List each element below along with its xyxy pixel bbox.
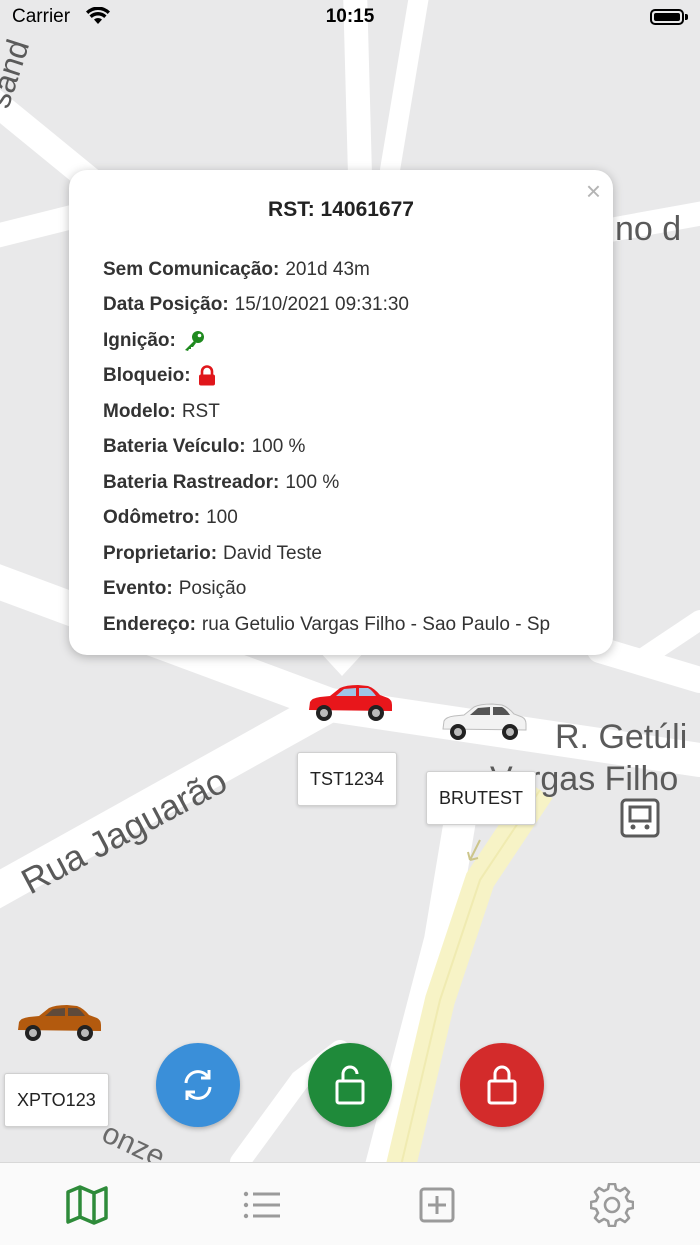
vehicle-plate-label[interactable]: BRUTEST [426,771,537,825]
street-label-jaguarao: Rua Jaguarão [15,760,234,902]
add-square-icon [419,1187,455,1223]
info-row-proprietario: Proprietario: David Teste [103,542,322,564]
info-rows: Sem Comunicação: 201d 43m Data Posição: … [103,252,550,643]
refresh-icon [184,1070,212,1100]
info-row-evento: Evento: Posição [103,578,247,600]
info-row-sem-comunicacao: Sem Comunicação: 201d 43m [103,258,370,280]
vehicle-marker-xpto123[interactable] [14,1003,104,1043]
street-label-no: no d [615,210,681,248]
list-icon [243,1191,280,1219]
info-row-modelo: Modelo: RST [103,400,220,422]
status-bar: Carrier 10:15 [0,0,700,36]
map-icon [66,1185,108,1225]
vehicle-plate-label[interactable]: TST1234 [297,752,398,806]
key-icon [184,330,204,351]
tab-settings[interactable] [588,1181,636,1229]
gear-icon [590,1183,634,1227]
vehicle-marker-tst1234[interactable] [306,683,394,723]
tab-list[interactable] [238,1181,286,1229]
lock-button[interactable] [460,1043,544,1127]
street-label-sand: sand [0,35,36,112]
info-row-bateria-rastreador: Bateria Rastreador: 100 % [103,471,340,493]
info-row-bateria-veiculo: Bateria Veículo: 100 % [103,436,306,458]
info-row-odometro: Odômetro: 100 [103,507,238,529]
tab-add[interactable] [413,1181,461,1229]
info-row-endereco: Endereço: rua Getulio Vargas Filho - Sao… [103,613,551,635]
refresh-button[interactable] [156,1043,240,1127]
vehicle-info-popup: × RST: 14061677 Sem Comunicação: 201d 43… [69,170,613,655]
info-row-bloqueio: Bloqueio: [103,359,550,395]
popup-title: RST: 14061677 [268,198,414,221]
street-label-getulio: R. Getúli [555,718,687,756]
bus-stop-icon [620,798,660,838]
vehicle-marker-brutest[interactable] [440,702,528,742]
info-row-data-posicao: Data Posição: 15/10/2021 09:31:30 [103,294,409,316]
lock-icon [487,1065,517,1105]
tab-bar [0,1162,700,1245]
info-row-ignicao: Ignição: [103,323,550,359]
unlock-icon [335,1065,365,1105]
vehicle-plate-label[interactable]: XPTO123 [4,1073,109,1127]
clock: 10:15 [325,6,375,27]
battery-icon [650,9,688,25]
unlock-button[interactable] [308,1043,392,1127]
lock-icon [198,365,215,386]
tab-map[interactable] [63,1181,111,1229]
